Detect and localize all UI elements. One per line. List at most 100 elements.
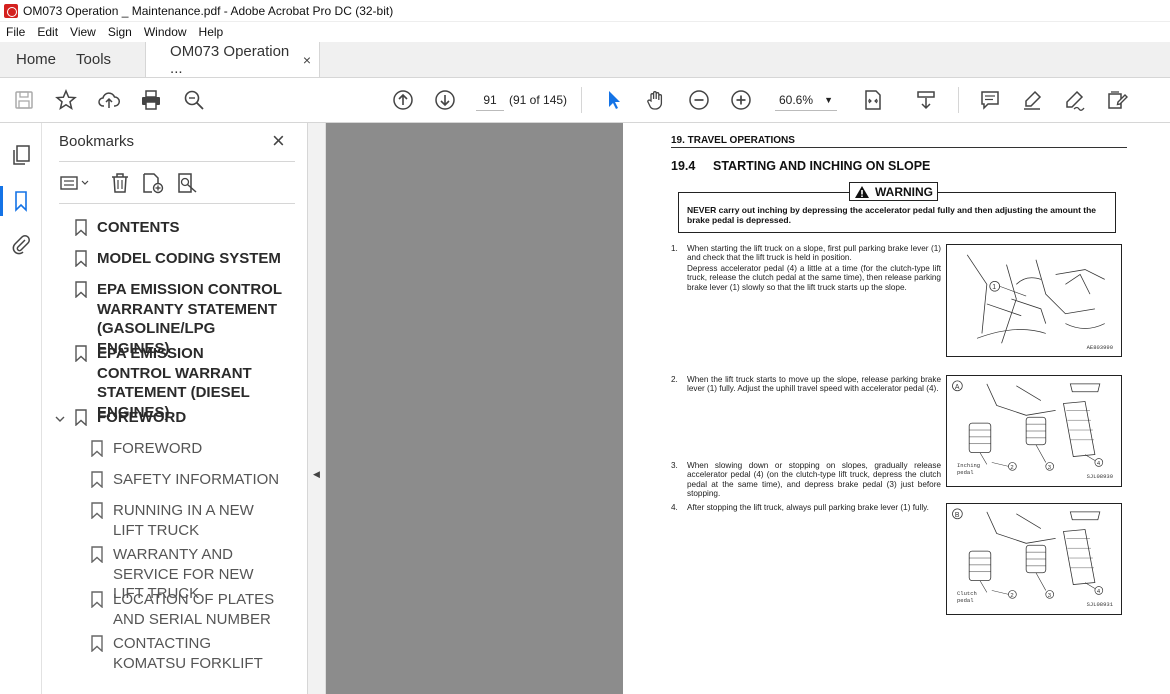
menu-sign[interactable]: Sign [102, 25, 138, 39]
warning-triangle-icon [855, 185, 869, 198]
menu-help[interactable]: Help [193, 25, 230, 39]
section-heading: 19. TRAVEL OPERATIONS [671, 135, 795, 146]
bookmark-child-item[interactable]: LOCATION OF PLATES AND SERIAL NUMBER [91, 590, 291, 629]
bookmark-icon [75, 281, 87, 298]
figure-clutch-pedal: B 2 3 4 Clutch pedal SJL08931 [946, 503, 1122, 615]
zoom-select[interactable]: 60.6% ▼ [775, 89, 837, 111]
toolbar-divider [958, 87, 959, 113]
search-icon[interactable] [181, 87, 207, 113]
zoom-value: 60.6% [779, 93, 814, 107]
page-count: (91 of 145) [509, 93, 568, 107]
toolbar-divider [581, 87, 582, 113]
sign-icon[interactable] [1061, 87, 1087, 113]
pdf-page: 19. TRAVEL OPERATIONS 19.4 STARTING AND … [623, 123, 1170, 694]
zoom-in-icon[interactable] [728, 87, 754, 113]
warning-label-text: WARNING [875, 184, 933, 199]
tab-home[interactable]: Home [0, 42, 72, 77]
window-title: OM073 Operation _ Maintenance.pdf - Adob… [23, 3, 394, 18]
menu-window[interactable]: Window [138, 25, 193, 39]
bookmark-icon [91, 502, 103, 519]
step-number: 4. [671, 503, 678, 512]
page-thumbnails-icon[interactable] [10, 144, 32, 166]
tab-document[interactable]: OM073 Operation ... × [145, 42, 321, 77]
star-icon[interactable] [53, 87, 79, 113]
delete-icon[interactable] [109, 171, 131, 195]
bookmark-icon [91, 546, 103, 563]
hand-icon[interactable] [643, 87, 669, 113]
next-page-icon[interactable] [432, 87, 458, 113]
bookmark-label: FOREWORD [113, 440, 203, 457]
menu-file[interactable]: File [0, 25, 31, 39]
panel-collapse-handle[interactable]: ◀ [308, 123, 326, 694]
chevron-down-icon: ▼ [824, 95, 833, 105]
step-number: 1. [671, 244, 678, 253]
subsection-title: STARTING AND INCHING ON SLOPE [713, 159, 931, 173]
subsection-number: 19.4 [671, 159, 696, 173]
bookmark-label: CONTENTS [97, 219, 180, 236]
bookmark-child-item[interactable]: SAFETY INFORMATION [91, 470, 291, 490]
menu-bar: File Edit View Sign Window Help [0, 22, 1170, 42]
scroll-mode-icon[interactable] [913, 87, 939, 113]
zoom-out-icon[interactable] [686, 87, 712, 113]
step-text: When the lift truck starts to move up th… [687, 375, 941, 394]
page-fit-icon[interactable] [860, 87, 886, 113]
title-bar: OM073 Operation _ Maintenance.pdf - Adob… [0, 0, 1170, 22]
panel-divider [59, 161, 295, 162]
step-number: 2. [671, 375, 678, 384]
panel-mark: B [955, 512, 960, 519]
find-bookmark-icon[interactable] [176, 171, 200, 195]
pedal-label: Inching pedal [957, 462, 981, 476]
highlight-icon[interactable] [1019, 87, 1045, 113]
bookmark-item[interactable]: FOREWORD [75, 408, 295, 428]
step-text: When starting the lift truck on a slope,… [687, 244, 941, 263]
page-number-input[interactable]: 91 [476, 89, 504, 111]
section-rule [671, 147, 1127, 148]
tab-tools[interactable]: Tools [72, 42, 127, 77]
toolbar: 91 (91 of 145) 60.6% ▼ [0, 78, 1170, 123]
tab-close-icon[interactable]: × [303, 52, 311, 68]
panel-mark: A [955, 384, 960, 391]
menu-edit[interactable]: Edit [31, 25, 64, 39]
document-viewport[interactable]: 19. TRAVEL OPERATIONS 19.4 STARTING AND … [326, 123, 1170, 694]
bookmark-icon [91, 471, 103, 488]
figure-code: SJL08930 [1086, 473, 1113, 480]
bookmark-icon [91, 440, 103, 457]
options-menu-icon[interactable] [59, 171, 93, 195]
bookmark-item[interactable]: CONTENTS [75, 218, 295, 238]
bookmark-item[interactable]: MODEL CODING SYSTEM [75, 249, 295, 269]
figure-parking-brake: 1 AE803990 [946, 244, 1122, 357]
select-arrow-icon[interactable] [601, 87, 627, 113]
callout-mark: 2 [1010, 465, 1013, 471]
figure-code: SJL08931 [1086, 601, 1113, 608]
bookmark-child-item[interactable]: FOREWORD [91, 439, 291, 459]
step-text: Depress accelerator pedal (4) a little a… [687, 264, 941, 292]
new-bookmark-icon[interactable] [141, 171, 165, 195]
print-icon[interactable] [138, 87, 164, 113]
comment-icon[interactable] [977, 87, 1003, 113]
step-number: 3. [671, 461, 678, 470]
warning-label: WARNING [849, 182, 938, 201]
attachments-icon[interactable] [10, 233, 32, 255]
bookmark-icon [91, 635, 103, 652]
bookmark-icon [75, 409, 87, 426]
bookmark-child-item[interactable]: CONTACTING KOMATSU FORKLIFT [91, 634, 277, 673]
panel-toolbar [59, 169, 295, 199]
panel-divider [59, 203, 295, 204]
prev-page-icon[interactable] [390, 87, 416, 113]
callout-mark: 2 [1010, 593, 1013, 599]
close-icon[interactable]: × [272, 129, 285, 153]
menu-view[interactable]: View [64, 25, 102, 39]
parking-brake-illustration: 1 [966, 254, 1105, 344]
bookmark-child-item[interactable]: RUNNING IN A NEW LIFT TRUCK [91, 501, 269, 540]
bookmark-label: SAFETY INFORMATION [113, 471, 280, 488]
save-icon[interactable] [11, 87, 37, 113]
edit-icon[interactable] [1104, 87, 1130, 113]
bookmark-label: MODEL CODING SYSTEM [97, 250, 281, 267]
cloud-upload-icon[interactable] [96, 87, 122, 113]
tab-document-label: OM073 Operation ... [170, 42, 290, 77]
chevron-down-icon[interactable] [54, 413, 66, 425]
pedal-label: Clutch pedal [957, 590, 977, 604]
bookmark-label: RUNNING IN A NEW LIFT TRUCK [113, 502, 254, 539]
bookmark-label: FOREWORD [97, 409, 187, 426]
bookmarks-icon[interactable] [0, 186, 32, 216]
